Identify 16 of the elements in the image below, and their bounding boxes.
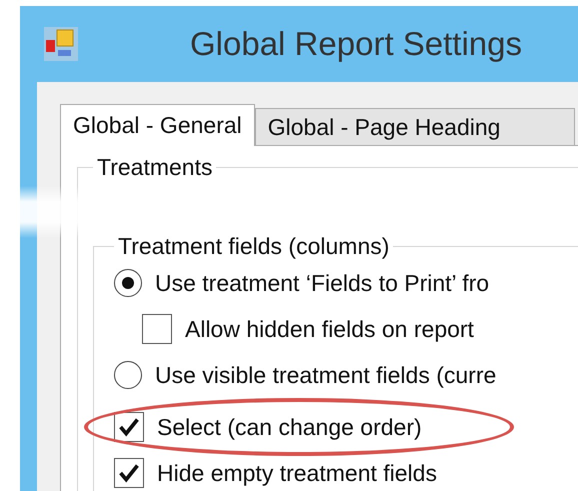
group-title: Treatments [96, 154, 214, 181]
option-label: Select (can change order) [157, 414, 422, 440]
option-label: Use treatment ‘Fields to Print’ fro [155, 270, 490, 296]
window-title: Global Report Settings [190, 25, 522, 63]
radio-button[interactable] [114, 361, 142, 389]
group-title: Treatment fields (columns) [117, 233, 390, 260]
tab[interactable]: Global - General [60, 104, 255, 146]
option-label: Hide empty treatment fields [157, 460, 437, 486]
option-label: Allow hidden fields on report [185, 316, 474, 342]
checkbox[interactable] [142, 314, 172, 344]
radio-button[interactable] [114, 269, 142, 297]
option-label: Use visible treatment fields (curre [155, 362, 496, 388]
tab[interactable]: Global - Page Heading [254, 108, 575, 145]
checkbox[interactable] [114, 412, 144, 442]
app-icon [44, 27, 78, 61]
checkbox[interactable] [114, 458, 144, 488]
